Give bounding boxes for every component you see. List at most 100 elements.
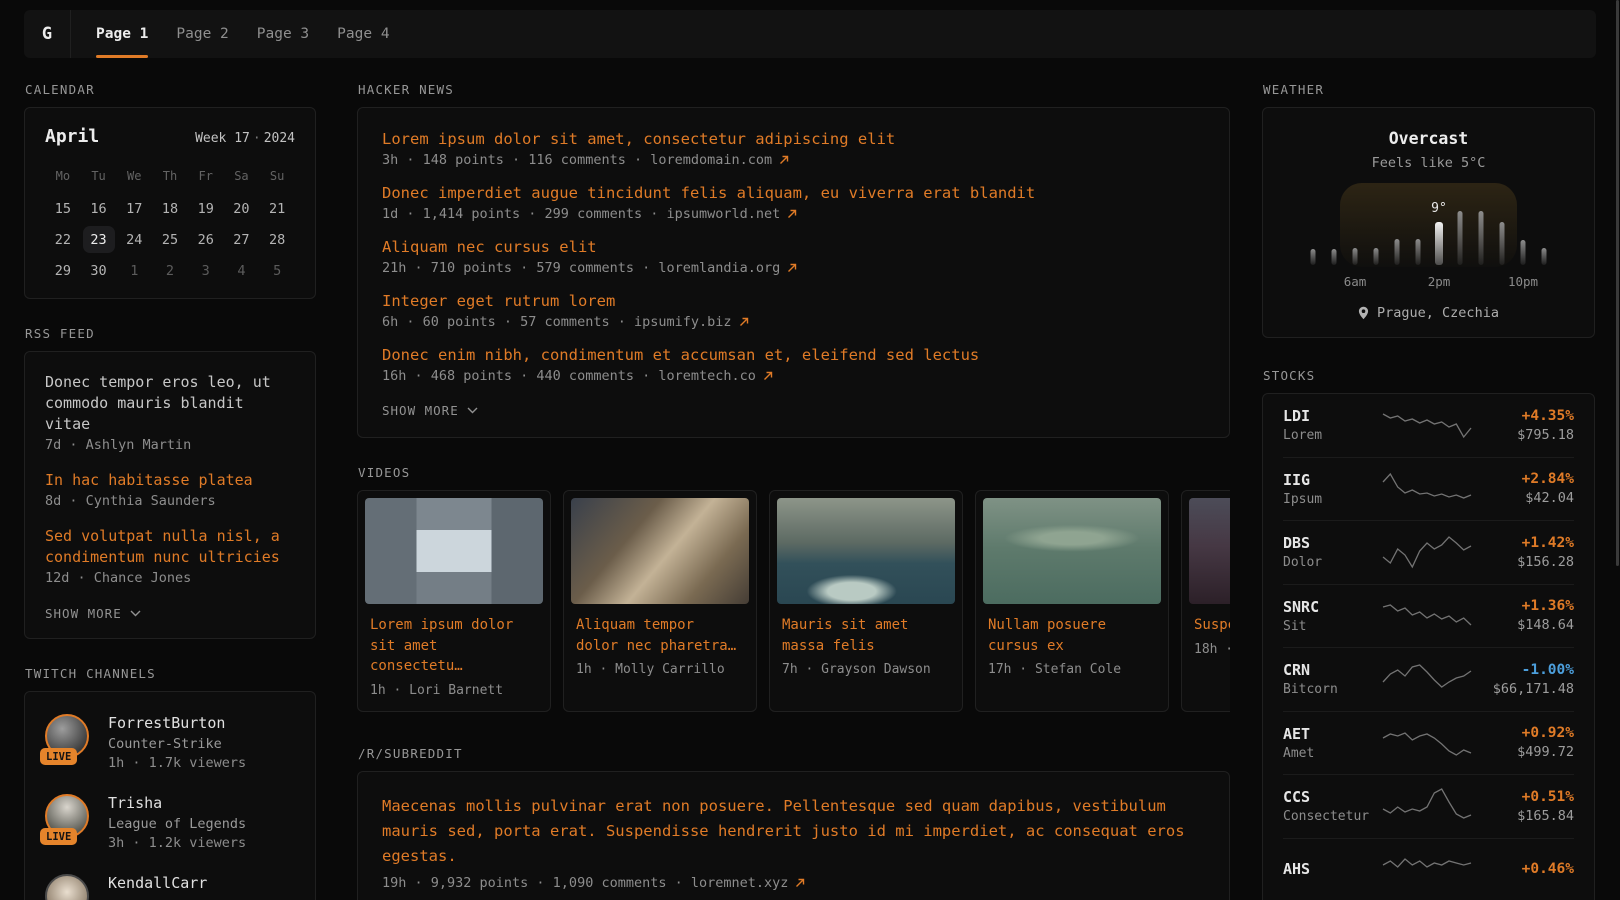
stock-ticker: AHS [1283, 860, 1382, 878]
video-card[interactable]: Aliquam tempor dolor nec pharetra… 1h · … [563, 490, 757, 712]
rss-show-more-button[interactable]: SHOW MORE [45, 606, 141, 621]
tab-page-2[interactable]: Page 2 [176, 10, 228, 58]
calendar-day-selected: 23 [81, 224, 117, 255]
calendar-day: 29 [45, 255, 81, 286]
hn-story-title[interactable]: Lorem ipsum dolor sit amet, consectetur … [382, 130, 1205, 148]
stock-ticker: AET [1283, 725, 1382, 743]
twitch-card: LIVE ForrestBurton Counter-Strike 1h · 1… [24, 691, 316, 900]
stock-id: AHS [1283, 860, 1382, 881]
rss-item-meta: 7d · Ashlyn Martin [45, 437, 295, 453]
stock-values: +0.92% $499.72 [1472, 725, 1574, 760]
stock-ticker: LDI [1283, 407, 1382, 425]
external-link-icon[interactable] [763, 371, 773, 381]
hackernews-widget-label: HACKER NEWS [358, 82, 1230, 97]
rss-item-meta: 8d · Cynthia Saunders [45, 493, 295, 509]
stock-row-ldi[interactable]: LDI Lorem +4.35% $795.18 [1283, 394, 1574, 458]
stock-row-ccs[interactable]: CCS Consectetur +0.51% $165.84 [1283, 775, 1574, 839]
calendar-header: April Week 17·2024 [45, 126, 295, 147]
rss-item-title[interactable]: Donec tempor eros leo, ut commodo mauris… [45, 372, 295, 435]
calendar-day: 24 [116, 224, 152, 255]
stock-values: +0.46% [1472, 861, 1574, 880]
stock-id: IIG Ipsum [1283, 471, 1382, 507]
calendar-day: 17 [116, 193, 152, 224]
chevron-down-icon [467, 407, 478, 414]
rss-item: In hac habitasse platea 8d · Cynthia Sau… [45, 470, 295, 509]
twitch-channel-trisha[interactable]: LIVE Trisha League of Legends 3h · 1.2k … [45, 794, 295, 851]
video-title[interactable]: Mauris sit amet massa felis [777, 615, 955, 656]
rss-item-title[interactable]: In hac habitasse platea [45, 470, 295, 491]
stocks-widget-label: STOCKS [1263, 368, 1595, 383]
calendar-day: 20 [224, 193, 260, 224]
hn-story-title[interactable]: Aliquam nec cursus elit [382, 238, 1205, 256]
weekday-label: Sa [224, 161, 260, 193]
external-link-icon[interactable] [787, 209, 797, 219]
hn-story-title[interactable]: Integer eget rutrum lorem [382, 292, 1205, 310]
weather-bar [1500, 222, 1505, 265]
video-title[interactable]: Aliquam tempor dolor nec pharetra… [571, 615, 749, 656]
stock-sparkline [1382, 597, 1472, 635]
hn-show-more-button[interactable]: SHOW MORE [382, 403, 478, 418]
video-card[interactable]: Mauris sit amet massa felis 7h · Grayson… [769, 490, 963, 712]
video-card[interactable]: Suspendisse diam 18h · Tara [1181, 490, 1230, 712]
hn-story-meta: 21h · 710 points · 579 comments · loreml… [382, 260, 1205, 276]
external-link-icon[interactable] [795, 878, 805, 888]
main-content: CALENDAR April Week 17·2024 Mo Tu We Th … [24, 58, 1595, 900]
location-pin-icon [1358, 306, 1369, 320]
stock-sparkline [1382, 470, 1472, 508]
external-link-icon[interactable] [787, 263, 797, 273]
twitch-channel-info: ForrestBurton Counter-Strike 1h · 1.7k v… [108, 714, 246, 771]
stock-row-snrc[interactable]: SNRC Sit +1.36% $148.64 [1283, 585, 1574, 649]
calendar-year: 2024 [264, 131, 295, 146]
stock-sparkline [1382, 533, 1472, 571]
stock-row-ahs[interactable]: AHS +0.46% [1283, 839, 1574, 900]
rss-item-title[interactable]: Sed volutpat nulla nisl, a condimentum n… [45, 526, 295, 568]
stock-sparkline [1382, 406, 1472, 444]
stock-ticker: IIG [1283, 471, 1382, 489]
stock-values: +1.42% $156.28 [1472, 535, 1574, 570]
tab-page-3[interactable]: Page 3 [257, 10, 309, 58]
video-title[interactable]: Suspendisse diam [1189, 615, 1230, 636]
scrollbar-track[interactable] [1616, 0, 1619, 900]
weekday-label: We [116, 161, 152, 193]
weather-bar [1374, 248, 1379, 265]
tab-page-4[interactable]: Page 4 [337, 10, 389, 58]
video-card[interactable]: Lorem ipsum dolor sit amet consectetu… 1… [357, 490, 551, 712]
hn-story-meta-text: 21h · 710 points · 579 comments · loreml… [382, 260, 780, 276]
calendar-day: 27 [224, 224, 260, 255]
stock-ticker: CCS [1283, 788, 1382, 806]
stock-price: $42.04 [1472, 490, 1574, 506]
scrollbar-thumb[interactable] [1616, 0, 1619, 566]
twitch-channel-forrestburton[interactable]: LIVE ForrestBurton Counter-Strike 1h · 1… [45, 714, 295, 771]
live-badge: LIVE [40, 748, 77, 765]
weather-feels-like: Feels like 5°C [1283, 155, 1574, 171]
twitch-channel-game: Counter-Strike [108, 736, 246, 752]
calendar-day: 19 [188, 193, 224, 224]
external-link-icon[interactable] [739, 317, 749, 327]
weather-location: Prague, Czechia [1377, 305, 1499, 321]
twitch-channel-kendallcarr[interactable]: KendallCarr [45, 874, 295, 900]
video-title[interactable]: Lorem ipsum dolor sit amet consectetu… [365, 615, 543, 677]
stock-row-crn[interactable]: CRN Bitcorn -1.00% $66,171.48 [1283, 648, 1574, 712]
hn-story-title[interactable]: Donec imperdiet augue tincidunt felis al… [382, 184, 1205, 202]
twitch-channel-name: ForrestBurton [108, 714, 246, 732]
twitch-channel-info: Trisha League of Legends 3h · 1.2k viewe… [108, 794, 246, 851]
reddit-post-title[interactable]: Maecenas mollis pulvinar erat non posuer… [382, 794, 1205, 869]
stock-price: $165.84 [1472, 808, 1574, 824]
weather-bar [1416, 239, 1421, 265]
stock-name: Sit [1283, 619, 1382, 634]
video-title[interactable]: Nullam posuere cursus ex [983, 615, 1161, 656]
calendar-month: April [45, 126, 99, 147]
stock-row-aet[interactable]: AET Amet +0.92% $499.72 [1283, 712, 1574, 776]
chevron-down-icon [130, 610, 141, 617]
stock-row-iig[interactable]: IIG Ipsum +2.84% $42.04 [1283, 458, 1574, 522]
video-thumbnail [571, 498, 749, 604]
tab-page-1[interactable]: Page 1 [96, 10, 148, 58]
hn-story-title[interactable]: Donec enim nibh, condimentum et accumsan… [382, 346, 1205, 364]
weekday-label: Tu [81, 161, 117, 193]
stock-id: CRN Bitcorn [1283, 661, 1382, 697]
hn-story: Donec enim nibh, condimentum et accumsan… [382, 346, 1205, 384]
stock-row-dbs[interactable]: DBS Dolor +1.42% $156.28 [1283, 521, 1574, 585]
stock-ticker: SNRC [1283, 598, 1382, 616]
video-card[interactable]: Nullam posuere cursus ex 17h · Stefan Co… [975, 490, 1169, 712]
external-link-icon[interactable] [779, 155, 789, 165]
